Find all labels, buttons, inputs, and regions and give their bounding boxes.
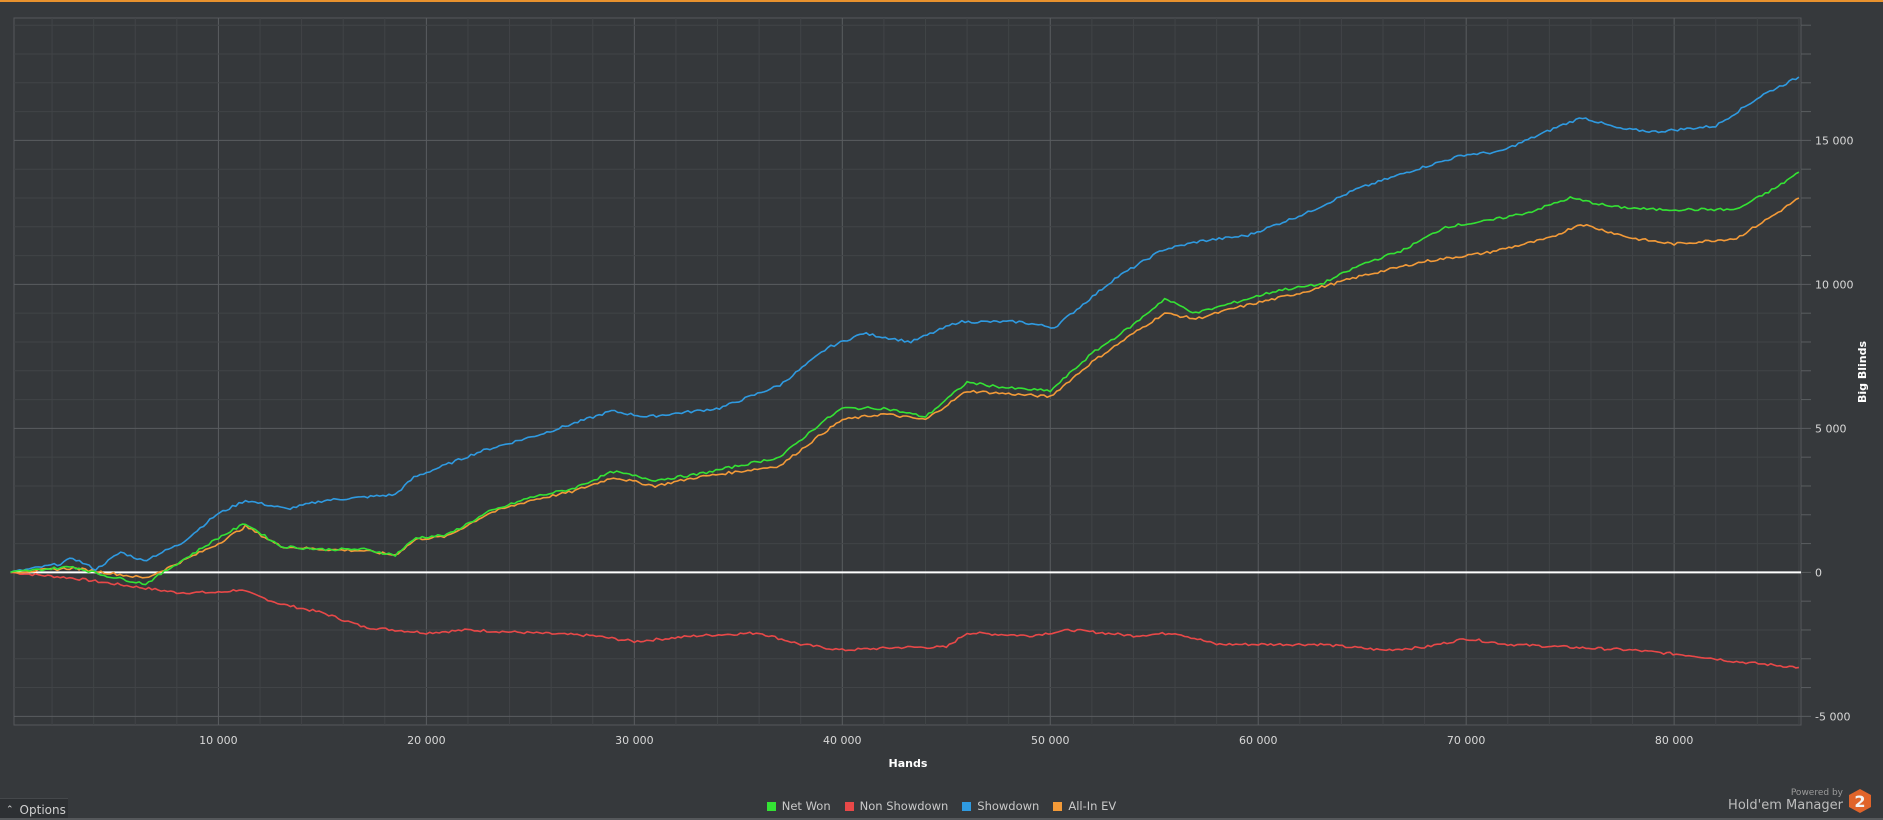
y-tick-label: 5 000	[1815, 422, 1847, 435]
legend-item[interactable]: Net Won	[766, 799, 831, 813]
y-tick-label: 15 000	[1815, 134, 1854, 147]
options-button[interactable]: ⌃ Options	[0, 798, 68, 820]
x-tick-label: 50 000	[1031, 734, 1070, 747]
brand: Powered by Hold'em Manager 2	[1728, 788, 1871, 813]
legend-swatch	[766, 801, 776, 811]
legend-label: All-In EV	[1068, 799, 1117, 813]
legend-item[interactable]: Showdown	[962, 799, 1039, 813]
x-tick-label: 10 000	[199, 734, 238, 747]
legend-swatch	[962, 801, 972, 811]
legend-label: Non Showdown	[859, 799, 949, 813]
x-tick-label: 80 000	[1655, 734, 1694, 747]
legend-label: Showdown	[977, 799, 1040, 813]
powered-by-label: Powered by	[1790, 788, 1843, 798]
svg-text:2: 2	[1854, 792, 1865, 811]
plot-area	[13, 17, 1802, 726]
hm2-logo-icon: 2	[1849, 788, 1871, 813]
legend-swatch	[844, 801, 854, 811]
x-axis-title: Hands	[889, 757, 928, 770]
y-tick-label: 10 000	[1815, 278, 1854, 291]
x-tick-label: 70 000	[1447, 734, 1486, 747]
options-label: Options	[19, 802, 66, 817]
x-tick-label: 60 000	[1239, 734, 1278, 747]
legend-item[interactable]: All-In EV	[1053, 799, 1116, 813]
x-tick-label: 40 000	[823, 734, 862, 747]
legend-item[interactable]: Non Showdown	[844, 799, 949, 813]
legend-label: Net Won	[781, 799, 831, 813]
legend-swatch	[1053, 801, 1063, 811]
legend: Net Won Non Showdown Showdown All-In EV	[0, 799, 1883, 813]
y-tick-label: -5 000	[1815, 710, 1850, 723]
x-tick-label: 20 000	[407, 734, 446, 747]
y-tick-label: 0	[1815, 566, 1822, 579]
chart: 10 000 20 000 30 000 40 000 50 000 60 000 70 0…	[10, 17, 1869, 770]
y-axis-title: Big Blinds	[1856, 341, 1869, 403]
brand-name: Hold'em Manager	[1728, 798, 1843, 813]
x-tick-label: 30 000	[615, 734, 654, 747]
chevron-up-icon: ⌃	[6, 804, 14, 815]
